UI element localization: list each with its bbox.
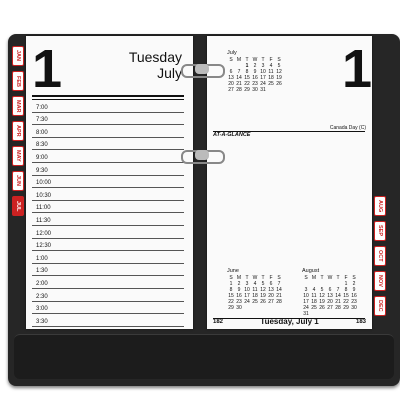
date-cell: 28 [236, 87, 242, 93]
date-cell: 27 [268, 299, 274, 305]
date-cell: 30 [351, 305, 357, 311]
month-label: July [157, 65, 182, 81]
footer-date: Tuesday, July 1 [260, 317, 319, 326]
time-slot[interactable]: 1:30 [32, 264, 184, 277]
binder-ring-bottom [181, 150, 225, 164]
page-number-right: 183 [355, 319, 366, 325]
brand-logo: AT-A-GLANCE [213, 132, 251, 138]
time-label: 7:30 [36, 117, 48, 124]
date-cell: 29 [244, 87, 250, 93]
month-tab-feb[interactable]: FEB [12, 71, 24, 91]
header-rule [32, 95, 184, 97]
month-tab-oct[interactable]: OCT [374, 246, 386, 266]
date-cell: 28 [276, 299, 282, 305]
time-label: 11:00 [36, 205, 51, 212]
time-slot[interactable]: 12:30 [32, 239, 184, 252]
date-cell: 31 [260, 87, 266, 93]
time-slot[interactable]: 7:00 [32, 100, 184, 113]
time-slot[interactable]: 2:30 [32, 289, 184, 302]
time-label: 8:30 [36, 142, 48, 149]
time-label: 2:30 [36, 293, 48, 300]
date-cell: 29 [228, 305, 234, 311]
month-tab-jan[interactable]: JAN [12, 46, 24, 66]
date-cell: 26 [319, 305, 325, 311]
right-day-number: 1 [342, 39, 372, 99]
mini-calendar-july: July S M T W T F S 1 2 3 4 5 6 7 8 9 10 11 12 13 14 15 16 17 18 1… [227, 50, 283, 93]
time-slot[interactable]: 9:30 [32, 163, 184, 176]
date-cell: 30 [236, 305, 242, 311]
date-cell [267, 87, 275, 93]
date-cell: 25 [268, 81, 274, 87]
mini-calendar-august: August S M T W T F S 1 2 3 4 5 6 7 8 9 10 11 12 13 14 15 16 17 1… [302, 268, 358, 317]
time-slot[interactable]: 10:00 [32, 176, 184, 189]
time-slot[interactable]: 11:30 [32, 213, 184, 226]
time-slot[interactable]: 11:00 [32, 201, 184, 214]
month-tab-may[interactable]: MAY [12, 146, 24, 166]
time-label: 8:00 [36, 129, 48, 136]
month-tab-dec[interactable]: DEC [374, 296, 386, 316]
date-cell: 25 [311, 305, 317, 311]
date-cell [275, 305, 283, 311]
month-tab-sep[interactable]: SEP [374, 221, 386, 241]
date-cell: 25 [252, 299, 258, 305]
time-label: 9:30 [36, 167, 48, 174]
base-tray [14, 334, 394, 379]
time-label: 3:30 [36, 318, 48, 325]
time-slots: 7:00 7:30 8:00 8:30 9:00 9:30 10:00 10:30 11:00 1… [32, 100, 184, 329]
time-label: 9:00 [36, 154, 48, 161]
month-tab-jul[interactable]: JUL [12, 196, 24, 216]
time-label: 11:30 [36, 217, 51, 224]
time-label: 2:00 [36, 280, 48, 287]
time-label: 12:00 [36, 230, 52, 237]
time-label: 1:00 [36, 255, 48, 262]
binder-ring-top [181, 64, 225, 78]
date-cell: 26 [276, 81, 282, 87]
right-page: 1 July S M T W T F S 1 2 3 4 5 6 7 8 9 10 11 12 13 14 15 16 17 1… [207, 36, 372, 329]
mini-calendar-title: August [302, 268, 320, 274]
time-slot[interactable]: 3:30 [32, 314, 184, 327]
time-slot[interactable]: 9:00 [32, 150, 184, 163]
date-cell: 28 [335, 305, 341, 311]
weekday-label: Tuesday [128, 49, 182, 65]
date-cell: 27 [327, 305, 333, 311]
date-cell: 30 [252, 87, 258, 93]
time-slot[interactable]: 2:00 [32, 276, 184, 289]
time-label: 3:00 [36, 306, 48, 313]
date-cell: 26 [260, 299, 266, 305]
date-cell [275, 87, 283, 93]
month-tab-mar[interactable]: MAR [12, 96, 24, 116]
date-cell [267, 305, 275, 311]
mini-calendar-title: July [227, 50, 237, 56]
date-cell [259, 305, 267, 311]
time-label: 7:00 [36, 104, 48, 111]
time-label: 10:00 [36, 180, 52, 187]
day-number: 1 [32, 39, 63, 99]
month-tab-nov[interactable]: NOV [374, 271, 386, 291]
time-slot[interactable]: 10:30 [32, 188, 184, 201]
date-cell: 27 [228, 87, 234, 93]
time-slot[interactable]: 3:00 [32, 302, 184, 315]
time-slot[interactable]: 1:00 [32, 251, 184, 264]
date-cell [251, 305, 259, 311]
date-cell: 24 [244, 299, 250, 305]
month-tab-jun[interactable]: JUN [12, 171, 24, 191]
time-slot[interactable]: 8:00 [32, 125, 184, 138]
time-label: 1:30 [36, 268, 48, 275]
time-slot[interactable]: 7:30 [32, 113, 184, 126]
left-page: 1 Tuesday July 7:00 7:30 8:00 8:30 9:00 9:30 1… [26, 36, 193, 329]
time-slot[interactable]: 12:00 [32, 226, 184, 239]
month-tab-apr[interactable]: APR [12, 121, 24, 141]
time-slot[interactable]: 4:00 [32, 327, 184, 329]
mini-calendar-title: June [227, 268, 239, 274]
date-cell [243, 305, 251, 311]
date-cell: 29 [343, 305, 349, 311]
time-slot[interactable]: 8:30 [32, 138, 184, 151]
time-label: 12:30 [36, 243, 52, 250]
mini-calendar-june: June S M T W T F S 1 2 3 4 5 6 7 8 9 10 11 12 13 14 15 16 17 18 1… [227, 268, 283, 311]
month-tab-aug[interactable]: AUG [374, 196, 386, 216]
time-label: 10:30 [36, 192, 52, 199]
